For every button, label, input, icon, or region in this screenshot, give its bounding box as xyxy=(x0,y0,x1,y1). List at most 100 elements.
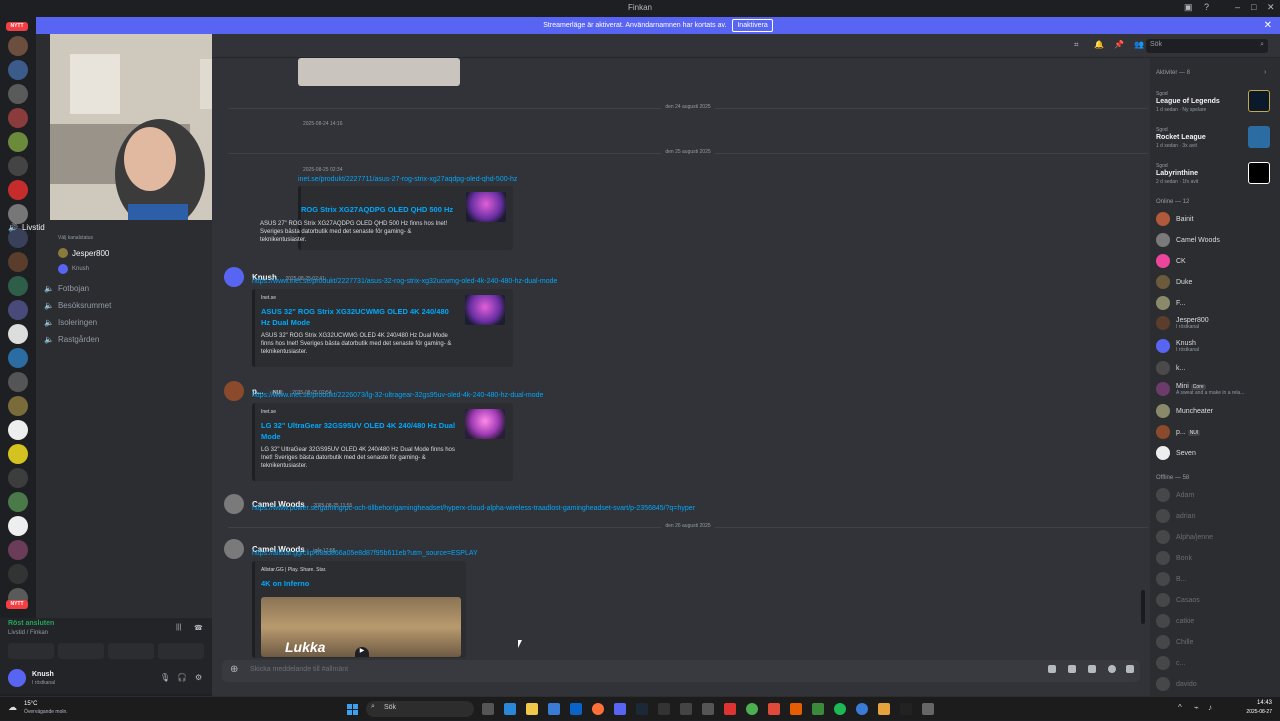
voice-channel[interactable]: 🔈 Rastgården xyxy=(44,335,99,344)
settings-icon[interactable] xyxy=(680,703,692,715)
bell-icon[interactable]: 🔔 xyxy=(1094,40,1104,49)
embed-title[interactable]: 4K on Inferno xyxy=(261,578,309,589)
activity-button[interactable] xyxy=(108,643,154,659)
spotify-icon[interactable] xyxy=(834,703,846,715)
server-icon[interactable] xyxy=(8,348,28,368)
close-banner-icon[interactable]: ✕ xyxy=(1264,17,1272,34)
search-input[interactable]: Sök ⌕ xyxy=(1146,39,1268,53)
author-avatar[interactable] xyxy=(224,494,244,514)
settings-gear-icon[interactable]: ⚙ xyxy=(195,673,202,682)
camera-button[interactable] xyxy=(8,643,54,659)
server-icon[interactable] xyxy=(8,84,28,104)
mail-icon[interactable] xyxy=(570,703,582,715)
author-avatar[interactable] xyxy=(224,539,244,559)
member-item[interactable]: F... xyxy=(1156,296,1185,310)
member-item[interactable]: Adam xyxy=(1156,488,1194,502)
member-item[interactable]: Knush I röstkanal xyxy=(1156,339,1199,353)
server-icon[interactable] xyxy=(8,204,28,224)
members-icon[interactable]: 👥 xyxy=(1134,40,1144,49)
activity-item[interactable]: Sgod League of Legends 1 d sedan · Ny sp… xyxy=(1156,90,1220,114)
video-thumbnail[interactable]: Lukka ▶ xyxy=(261,597,461,657)
member-item[interactable]: c... xyxy=(1156,656,1185,670)
author-avatar[interactable] xyxy=(224,267,244,287)
voice-user[interactable]: Knush xyxy=(58,264,89,274)
message-link[interactable]: inet.se/produkt/2227711/asus-27-rog-stri… xyxy=(298,176,517,183)
mic-icon[interactable]: 🎙 xyxy=(160,673,170,682)
embed-thumbnail[interactable] xyxy=(465,409,505,439)
embed-title[interactable]: ROG Strix XG27AQDPG OLED QHD 500 Hz xyxy=(301,204,453,215)
add-attachment-icon[interactable]: ⊕ xyxy=(230,664,238,675)
embed-thumbnail[interactable] xyxy=(465,295,505,325)
voice-channel[interactable]: 🔈 Isoleringen xyxy=(44,318,97,327)
member-item[interactable]: davido xyxy=(1156,677,1197,691)
server-icon[interactable] xyxy=(8,564,28,584)
app-icon[interactable] xyxy=(658,703,670,715)
member-item[interactable]: p... NUI xyxy=(1156,425,1201,439)
member-item[interactable]: Mini Core A sweat and a make in a rela... xyxy=(1156,382,1244,396)
channel-status[interactable]: Välj kanalstatus xyxy=(58,235,93,241)
maximize-button[interactable]: □ xyxy=(1251,2,1256,12)
member-item[interactable]: Muncheater xyxy=(1156,404,1213,418)
file-explorer-icon[interactable] xyxy=(526,703,538,715)
member-item[interactable]: Casaos xyxy=(1156,593,1200,607)
server-icon[interactable] xyxy=(8,108,28,128)
volume-icon[interactable]: ♪ xyxy=(1208,703,1212,712)
message-link[interactable]: https://www.inet.se/produkt/2227731/asus… xyxy=(252,278,557,285)
play-icon[interactable]: ▶ xyxy=(355,647,369,657)
app-icon[interactable] xyxy=(812,703,824,715)
app-icon[interactable] xyxy=(724,703,736,715)
help-icon[interactable]: ? xyxy=(1204,2,1209,12)
app-icon[interactable] xyxy=(790,703,802,715)
gift-icon[interactable] xyxy=(1048,665,1056,673)
steam-icon[interactable] xyxy=(636,703,648,715)
author-avatar[interactable] xyxy=(224,381,244,401)
pin-icon[interactable]: 📌 xyxy=(1114,40,1124,49)
voice-channel-livstid[interactable]: 🔊 Livstid xyxy=(8,223,45,232)
minimize-button[interactable]: – xyxy=(1235,2,1240,12)
server-icon[interactable] xyxy=(8,396,28,416)
emoji-icon[interactable] xyxy=(1108,665,1116,673)
member-item[interactable]: Duke xyxy=(1156,275,1192,289)
server-icon[interactable] xyxy=(8,132,28,152)
app-icon[interactable] xyxy=(702,703,714,715)
embed-thumbnail[interactable] xyxy=(466,192,506,222)
server-icon[interactable] xyxy=(8,300,28,320)
server-icon[interactable] xyxy=(8,540,28,560)
server-icon[interactable] xyxy=(8,420,28,440)
server-icon[interactable] xyxy=(8,156,28,176)
server-icon[interactable] xyxy=(8,516,28,536)
screenshare-button[interactable] xyxy=(58,643,104,659)
taskbar-search[interactable]: ⌕ Sök xyxy=(366,701,474,717)
discord-icon[interactable] xyxy=(614,703,626,715)
member-item[interactable]: B... xyxy=(1156,572,1187,586)
activity-item[interactable]: Sgod Labyrinthine 2 d sedan · 1fx avit xyxy=(1156,162,1198,186)
weather-temp[interactable]: 15°C xyxy=(24,701,37,707)
sticker-icon[interactable] xyxy=(1088,665,1096,673)
server-icon[interactable] xyxy=(8,180,28,200)
windows-start-icon[interactable] xyxy=(347,703,359,715)
server-icon[interactable] xyxy=(8,36,28,56)
firefox-icon[interactable] xyxy=(592,703,604,715)
chrome-icon[interactable] xyxy=(746,703,758,715)
app-icon[interactable] xyxy=(504,703,516,715)
task-view-icon[interactable] xyxy=(482,703,494,715)
embed-image[interactable] xyxy=(298,58,460,86)
app-icon[interactable] xyxy=(878,703,890,715)
chevron-right-icon[interactable]: › xyxy=(1264,69,1266,76)
server-icon[interactable] xyxy=(8,324,28,344)
member-item[interactable]: Chille xyxy=(1156,635,1194,649)
server-icon[interactable] xyxy=(8,372,28,392)
app-icon[interactable] xyxy=(922,703,934,715)
server-icon[interactable] xyxy=(8,492,28,512)
message-link[interactable]: https://www.inet.se/produkt/2226073/lg-3… xyxy=(252,392,543,399)
member-item[interactable]: Jesper800 I röstkanal xyxy=(1156,316,1209,330)
message-input[interactable]: ⊕ Skicka meddelande till #allmänt xyxy=(222,660,1140,682)
scrollbar[interactable] xyxy=(1141,590,1145,624)
server-icon[interactable] xyxy=(8,252,28,272)
store-icon[interactable] xyxy=(548,703,560,715)
voice-channel[interactable]: 🔈 Besöksrummet xyxy=(44,301,111,310)
threads-icon[interactable]: ⌗ xyxy=(1074,40,1079,50)
message-link[interactable]: https://www.power.se/gaming/pc-och-tillb… xyxy=(252,505,695,512)
chevron-up-icon[interactable]: ^ xyxy=(1178,703,1182,712)
brave-icon[interactable] xyxy=(768,703,780,715)
